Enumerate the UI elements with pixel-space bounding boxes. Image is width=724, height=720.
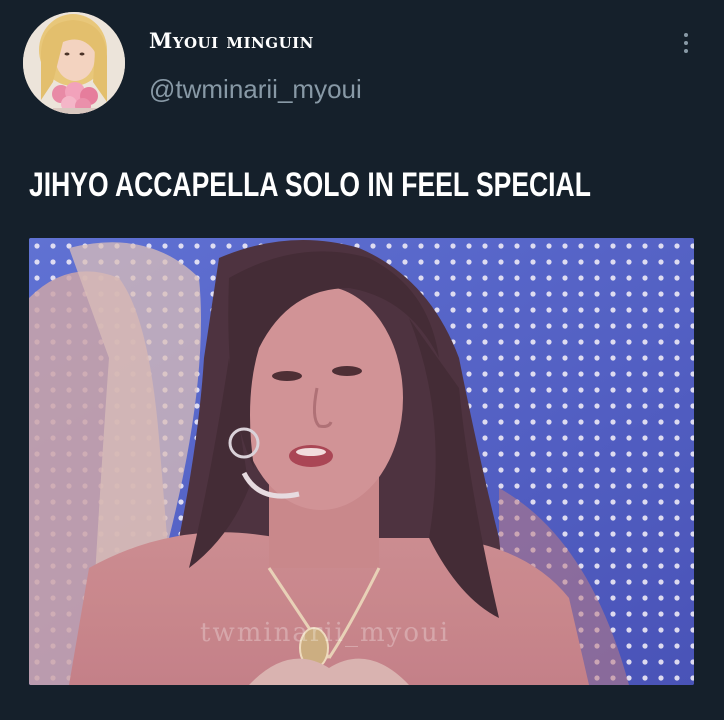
tweet-text-content: JIHYO ACCAPELLA SOLO IN FEEL SPECIAL [29, 165, 591, 204]
author-avatar[interactable] [23, 12, 125, 114]
more-options-icon[interactable] [674, 30, 698, 60]
author-display-name[interactable]: Myoui minguin [149, 28, 314, 53]
avatar-image [23, 12, 125, 114]
author-handle[interactable]: @twminarii_myoui [149, 74, 362, 105]
tweet-text: JIHYO ACCAPELLA SOLO IN FEEL SPECIAL [29, 157, 591, 213]
video-watermark: twminarii_myoui [200, 618, 451, 648]
